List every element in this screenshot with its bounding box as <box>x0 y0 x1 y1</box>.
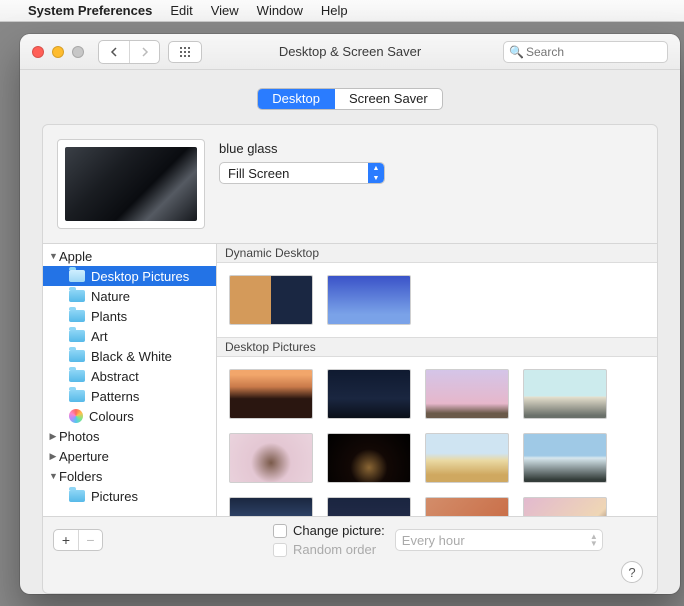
search-icon: 🔍 <box>509 45 524 59</box>
sidebar-item-photos[interactable]: ▶Photos <box>43 426 216 446</box>
change-interval-select: Every hour ▲▼ <box>395 529 603 551</box>
wallpaper-gallery[interactable]: Dynamic Desktop Desktop Pictures <box>217 244 657 516</box>
content: Desktop Screen Saver blue glass Fill Scr… <box>20 70 680 606</box>
folder-plus-minus: + − <box>53 529 103 551</box>
nav-buttons <box>98 40 160 64</box>
source-sidebar[interactable]: ▼Apple Desktop Pictures Nature Plants Ar… <box>43 244 217 516</box>
wallpaper-thumb[interactable] <box>327 497 411 516</box>
tab-segment: Desktop Screen Saver <box>257 88 442 110</box>
forward-button[interactable] <box>129 41 159 63</box>
back-button[interactable] <box>99 41 129 63</box>
sidebar-item-aperture[interactable]: ▶Aperture <box>43 446 216 466</box>
sidebar-item-folders[interactable]: ▼Folders <box>43 466 216 486</box>
wallpaper-preview <box>57 139 205 229</box>
sidebar-item-nature[interactable]: Nature <box>43 286 216 306</box>
folder-icon <box>69 350 85 362</box>
sidebar-item-patterns[interactable]: Patterns <box>43 386 216 406</box>
search-input[interactable] <box>503 41 668 63</box>
tab-desktop[interactable]: Desktop <box>258 89 335 109</box>
select-stepper-icon: ▲▼ <box>368 163 384 183</box>
wallpaper-thumb[interactable] <box>327 369 411 419</box>
wallpaper-thumb[interactable] <box>425 369 509 419</box>
wallpaper-thumb[interactable] <box>425 497 509 516</box>
sidebar-item-colours[interactable]: Colours <box>43 406 216 426</box>
menu-window[interactable]: Window <box>257 3 303 18</box>
show-all-button[interactable] <box>168 41 202 63</box>
folder-icon <box>69 490 85 502</box>
section-pictures: Desktop Pictures <box>217 337 657 357</box>
wallpaper-thumb[interactable] <box>229 433 313 483</box>
sidebar-item-abstract[interactable]: Abstract <box>43 366 216 386</box>
change-picture-checkbox[interactable] <box>273 524 287 538</box>
menubar: System Preferences Edit View Window Help <box>0 0 684 22</box>
app-menu[interactable]: System Preferences <box>28 3 152 18</box>
zoom-button[interactable] <box>72 46 84 58</box>
fit-mode-select[interactable]: Fill Screen ▲▼ <box>219 162 385 184</box>
sidebar-item-bw[interactable]: Black & White <box>43 346 216 366</box>
remove-folder-button[interactable]: − <box>78 530 102 550</box>
help-button[interactable]: ? <box>621 561 643 583</box>
traffic-lights <box>32 46 84 58</box>
wallpaper-thumb[interactable] <box>229 369 313 419</box>
sidebar-item-plants[interactable]: Plants <box>43 306 216 326</box>
wallpaper-thumb[interactable] <box>327 275 411 325</box>
preview-image <box>65 147 197 221</box>
bottom-controls: + − Change picture: Random order Every h… <box>43 517 657 563</box>
random-order-checkbox <box>273 543 287 557</box>
folder-icon <box>69 310 85 322</box>
folder-icon <box>69 330 85 342</box>
random-order-label: Random order <box>293 542 376 557</box>
add-folder-button[interactable]: + <box>54 530 78 550</box>
wallpaper-thumb[interactable] <box>523 497 607 516</box>
wallpaper-name: blue glass <box>219 141 385 156</box>
menu-view[interactable]: View <box>211 3 239 18</box>
wallpaper-thumb[interactable] <box>425 433 509 483</box>
folder-icon <box>69 270 85 282</box>
wallpaper-thumb[interactable] <box>229 497 313 516</box>
desktop-panel: blue glass Fill Screen ▲▼ ▼Apple Desktop… <box>42 124 658 594</box>
color-wheel-icon <box>69 409 83 423</box>
sidebar-item-pictures[interactable]: Pictures <box>43 486 216 506</box>
sidebar-item-desktop-pictures[interactable]: Desktop Pictures <box>43 266 216 286</box>
change-interval-value: Every hour <box>402 533 465 548</box>
close-button[interactable] <box>32 46 44 58</box>
change-picture-label: Change picture: <box>293 523 385 538</box>
wallpaper-thumb[interactable] <box>327 433 411 483</box>
tab-screensaver[interactable]: Screen Saver <box>335 89 442 109</box>
fit-mode-value: Fill Screen <box>220 166 368 181</box>
sidebar-item-apple[interactable]: ▼Apple <box>43 246 216 266</box>
search-wrap: 🔍 <box>503 41 668 63</box>
chevron-up-down-icon: ▲▼ <box>590 533 598 547</box>
minimize-button[interactable] <box>52 46 64 58</box>
menu-help[interactable]: Help <box>321 3 348 18</box>
titlebar: Desktop & Screen Saver 🔍 <box>20 34 680 70</box>
prefs-window: Desktop & Screen Saver 🔍 Desktop Screen … <box>20 34 680 594</box>
wallpaper-thumb[interactable] <box>523 433 607 483</box>
menu-edit[interactable]: Edit <box>170 3 192 18</box>
folder-icon <box>69 390 85 402</box>
sidebar-item-art[interactable]: Art <box>43 326 216 346</box>
folder-icon <box>69 290 85 302</box>
folder-icon <box>69 370 85 382</box>
grid-icon <box>179 46 191 58</box>
wallpaper-thumb[interactable] <box>523 369 607 419</box>
wallpaper-thumb[interactable] <box>229 275 313 325</box>
section-dynamic: Dynamic Desktop <box>217 244 657 263</box>
